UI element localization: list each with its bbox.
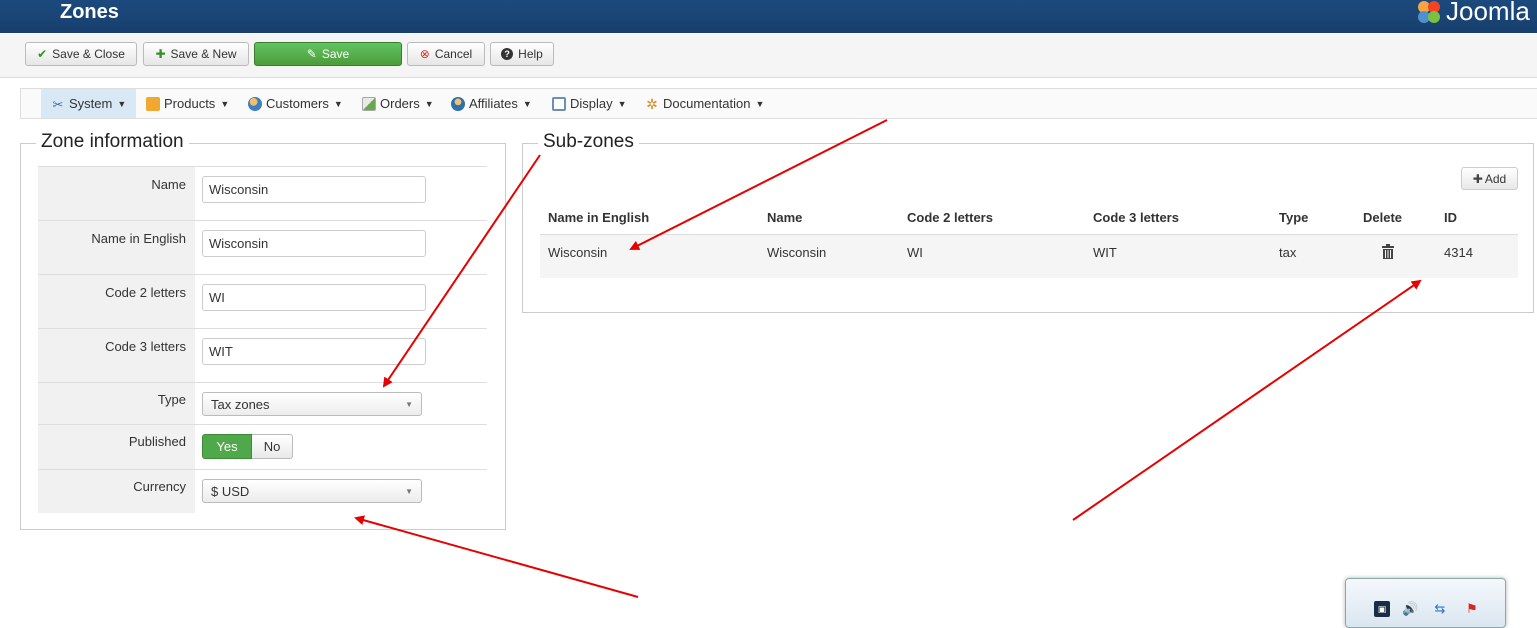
system-tray: ▣ 🔊 ⇆ ⚑: [1345, 578, 1506, 628]
annotation-arrows: [354, 119, 1422, 598]
arrow-to-id-column: [1072, 279, 1422, 521]
network-icon[interactable]: ▣: [1374, 601, 1390, 617]
arrow-to-subzone-name: [629, 119, 888, 250]
sync-icon[interactable]: ⇆: [1432, 601, 1448, 617]
speaker-icon[interactable]: 🔊: [1402, 601, 1418, 617]
arrow-to-zone-panel: [354, 515, 639, 598]
arrow-to-type-select: [382, 154, 541, 388]
flag-alert-icon[interactable]: ⚑: [1464, 601, 1480, 617]
